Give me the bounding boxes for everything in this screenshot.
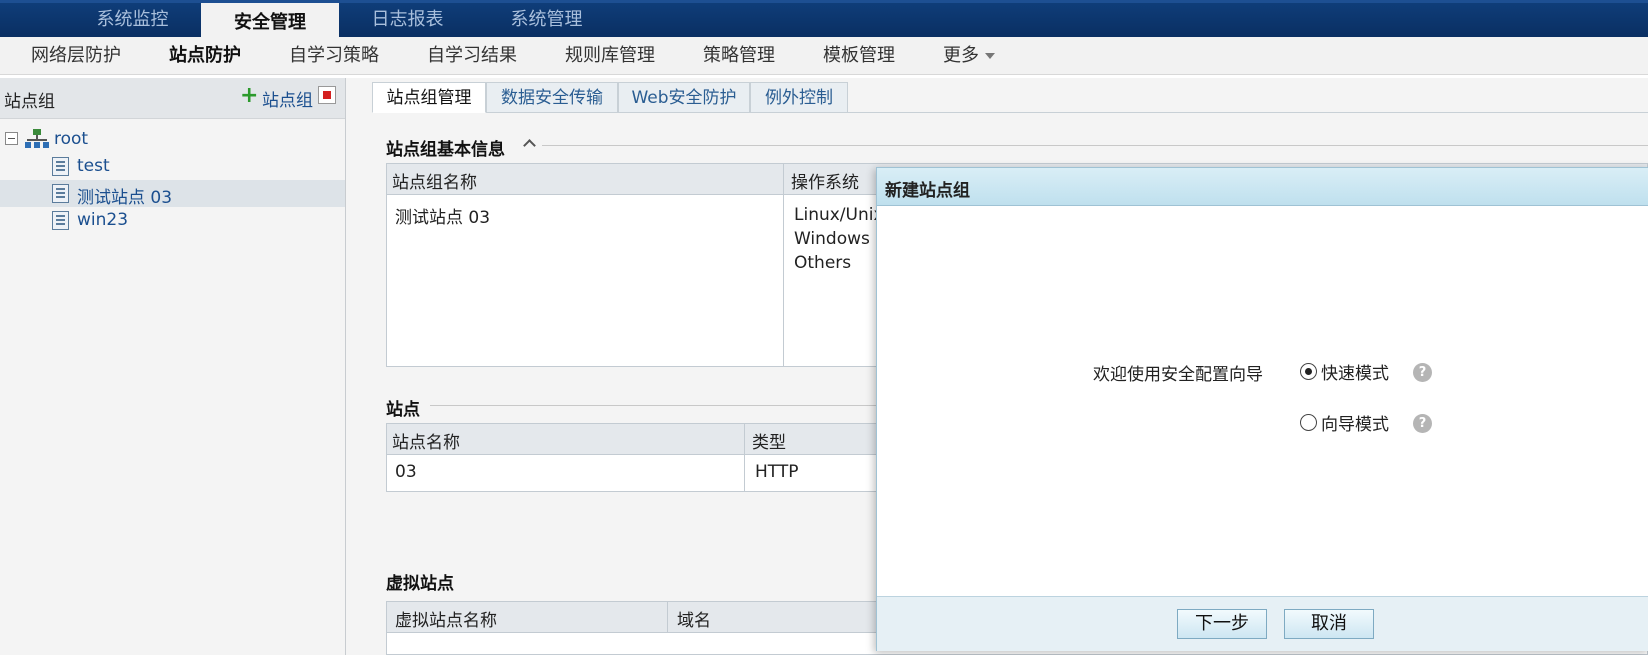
collapse-icon[interactable] bbox=[5, 132, 18, 145]
sub-tab-self-learning-results[interactable]: 自学习结果 bbox=[427, 37, 517, 74]
sub-tab-more[interactable]: 更多 bbox=[943, 37, 995, 74]
os-value: Others bbox=[794, 253, 852, 273]
quick-mode-label[interactable]: 快速模式 bbox=[1321, 359, 1389, 384]
quick-mode-radio[interactable] bbox=[1300, 363, 1317, 380]
sub-tab-policy-management[interactable]: 策略管理 bbox=[703, 37, 775, 74]
tab-site-group-management[interactable]: 站点组管理 bbox=[372, 82, 486, 113]
dialog-footer: 下一步 取消 bbox=[877, 596, 1648, 651]
cancel-button[interactable]: 取消 bbox=[1284, 609, 1374, 639]
tab-web-security[interactable]: Web安全防护 bbox=[618, 82, 750, 113]
site-group-name-value: 测试站点 03 bbox=[395, 208, 491, 228]
tree-item-label: 测试站点 03 bbox=[77, 188, 173, 208]
site-doc-icon bbox=[52, 184, 69, 203]
site-doc-icon bbox=[52, 157, 69, 176]
tab-exception-control[interactable]: 例外控制 bbox=[750, 82, 848, 113]
site-group-panel: 站点组 + 站点组 root test 测试站点 03 win23 bbox=[0, 78, 346, 655]
sub-tab-template-management[interactable]: 模板管理 bbox=[823, 37, 895, 74]
sub-tab-network-protection[interactable]: 网络层防护 bbox=[31, 37, 121, 74]
tree-item[interactable]: win23 bbox=[0, 207, 345, 234]
tree-item[interactable]: 测试站点 03 bbox=[0, 180, 345, 208]
collapse-up-icon[interactable] bbox=[522, 136, 536, 152]
tree-item-label: test bbox=[77, 156, 110, 176]
wizard-mode-label[interactable]: 向导模式 bbox=[1321, 410, 1389, 435]
sites-title: 站点 bbox=[386, 400, 420, 420]
tree-label-root: root bbox=[54, 129, 89, 149]
top-nav: 系统监控 安全管理 日志报表 系统管理 bbox=[0, 0, 1648, 43]
col-operating-system: 操作系统 bbox=[791, 173, 859, 193]
add-site-group-label: 站点组 bbox=[262, 91, 313, 111]
site-group-panel-header: 站点组 + 站点组 bbox=[0, 78, 345, 119]
col-site-group-name: 站点组名称 bbox=[392, 173, 477, 193]
site-doc-icon bbox=[52, 211, 69, 230]
dialog-title: 新建站点组 bbox=[885, 181, 970, 201]
next-button[interactable]: 下一步 bbox=[1177, 609, 1267, 639]
dialog-title-bar[interactable]: 新建站点组 bbox=[877, 168, 1648, 206]
top-tab-system-management[interactable]: 系统管理 bbox=[484, 3, 609, 37]
tree-node-root[interactable]: root bbox=[0, 126, 345, 153]
help-icon[interactable]: ? bbox=[1413, 363, 1432, 382]
delete-site-group-button[interactable] bbox=[318, 86, 336, 104]
col-domain: 域名 bbox=[677, 611, 711, 631]
virtual-sites-title: 虚拟站点 bbox=[386, 574, 454, 594]
sub-tab-rule-library[interactable]: 规则库管理 bbox=[565, 37, 655, 74]
site-type-cell: HTTP bbox=[755, 462, 799, 482]
stop-icon bbox=[323, 91, 331, 99]
col-virtual-site-name: 虚拟站点名称 bbox=[395, 611, 497, 631]
top-tab-log-report[interactable]: 日志报表 bbox=[345, 3, 470, 37]
plus-icon: + bbox=[240, 83, 259, 108]
tab-data-secure-transfer[interactable]: 数据安全传输 bbox=[486, 82, 618, 113]
wizard-mode-radio[interactable] bbox=[1300, 414, 1317, 431]
section-divider bbox=[542, 145, 1648, 146]
site-name-cell: 03 bbox=[395, 462, 417, 482]
sub-nav: 网络层防护 站点防护 自学习策略 自学习结果 规则库管理 策略管理 模板管理 更… bbox=[0, 37, 1648, 75]
help-icon[interactable]: ? bbox=[1413, 414, 1432, 433]
wizard-prompt: 欢迎使用安全配置向导 bbox=[1093, 365, 1263, 385]
col-site-name: 站点名称 bbox=[392, 433, 460, 453]
more-label: 更多 bbox=[943, 45, 979, 66]
os-value: Windows bbox=[794, 229, 870, 249]
os-list: Linux/Unix Windows Others bbox=[794, 203, 884, 275]
tree-item-label: win23 bbox=[77, 210, 129, 230]
os-value: Linux/Unix bbox=[794, 205, 884, 225]
chevron-down-icon bbox=[985, 53, 995, 59]
basic-info-title: 站点组基本信息 bbox=[386, 140, 505, 160]
network-icon bbox=[25, 129, 49, 149]
col-type: 类型 bbox=[752, 433, 786, 453]
site-group-panel-title: 站点组 bbox=[4, 92, 55, 112]
tree-item[interactable]: test bbox=[0, 153, 345, 180]
top-tab-system-monitor[interactable]: 系统监控 bbox=[70, 3, 195, 37]
new-site-group-dialog: 新建站点组 欢迎使用安全配置向导 快速模式 ? 向导模式 ? 下一步 取消 bbox=[876, 167, 1648, 651]
sub-tab-self-learning-policy[interactable]: 自学习策略 bbox=[289, 37, 379, 74]
sub-tab-site-protection[interactable]: 站点防护 bbox=[169, 37, 241, 74]
